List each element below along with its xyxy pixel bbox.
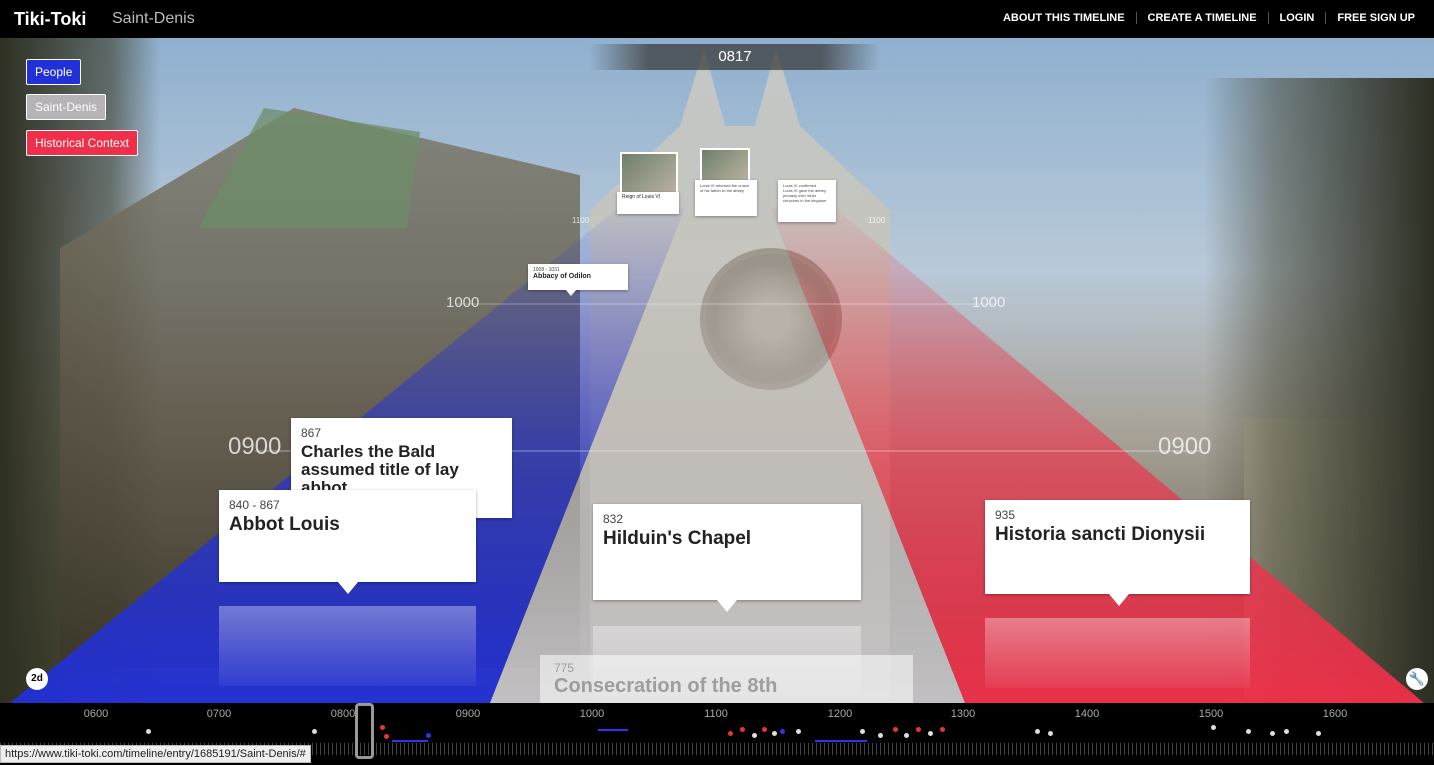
navigator-marker [728, 731, 733, 736]
story-pointer [1109, 594, 1129, 606]
story-shadow-abbot-louis [219, 606, 476, 686]
category-historical-context-button[interactable]: Historical Context [26, 130, 139, 156]
navigator-year-label: 0600 [83, 708, 109, 720]
nav-free-sign-up[interactable]: FREE SIGN UP [1325, 12, 1426, 24]
gridlabel-1100-left: 1100 [572, 216, 590, 225]
gridlabel-0900-left: 0900 [228, 433, 282, 460]
story-thumbnail-image[interactable] [620, 152, 678, 194]
navigator-marker [1284, 729, 1289, 734]
navigator-marker [426, 733, 431, 738]
timeline-stage[interactable]: 0817 People Saint-Denis Historical Conte… [0, 38, 1434, 703]
navigator-marker [772, 731, 777, 736]
story-card-abbacy-of-odilon[interactable]: 1008 - 1031 Abbacy of Odilon [528, 264, 628, 296]
navigator-year-label: 1500 [1198, 708, 1224, 720]
story-text: Louis VI gave the abbey primacy over oth… [783, 188, 827, 203]
status-bar-url: https://www.tiki-toki.com/timeline/entry… [0, 745, 311, 763]
navigator-marker [740, 727, 745, 732]
navigator-span [598, 729, 628, 731]
story-card-abbot-louis[interactable]: 840 - 867 Abbot Louis [219, 490, 476, 594]
navigator-year-label: 0900 [455, 708, 481, 720]
navigator-viewport-handle[interactable] [355, 703, 374, 759]
nav-create-a-timeline[interactable]: CREATE A TIMELINE [1135, 12, 1268, 24]
navigator-marker [904, 733, 909, 738]
settings-wrench-icon[interactable]: 🔧 [1406, 668, 1428, 690]
story-pointer [338, 582, 358, 594]
story-text: Louis VI returned the crown of his fathe… [700, 183, 749, 193]
story-shadow-historia [985, 618, 1250, 688]
navigator-year-label: 0800 [330, 708, 356, 720]
navigator-year-label: 1000 [579, 708, 605, 720]
story-title: Charles the Bald assumed title of lay ab… [301, 442, 459, 497]
navigator-marker [878, 733, 883, 738]
timeline-title: Saint-Denis [112, 10, 195, 27]
story-card-reign-of-louis-vi[interactable]: Reign of Louis VI [617, 192, 679, 214]
story-date: 775 [554, 661, 575, 675]
story-card-louis-returned-crown[interactable]: Louis VI returned the crown of his fathe… [695, 180, 757, 216]
nav-login[interactable]: LOGIN [1267, 12, 1326, 24]
navigator-marker [780, 729, 785, 734]
story-thumbnail-image[interactable] [700, 148, 750, 182]
top-bar: Tiki-Toki Saint-Denis ABOUT THIS TIMELIN… [0, 0, 1434, 38]
navigator-year-label: 1600 [1322, 708, 1348, 720]
story-title: Reign of Louis VI [622, 194, 661, 200]
category-saint-denis-button[interactable]: Saint-Denis [26, 94, 107, 120]
navigator-marker [762, 727, 767, 732]
navigator-marker [860, 729, 865, 734]
gridlabel-0900-right: 0900 [1158, 433, 1212, 460]
navigator-marker [752, 733, 757, 738]
story-title: Abbacy of Odilon [533, 273, 591, 280]
story-date: 867 [301, 426, 322, 440]
story-date: 840 - 867 [229, 498, 280, 512]
navigator-marker [1270, 731, 1275, 736]
navigator-span [392, 740, 428, 742]
story-title: Abbot Louis [229, 514, 340, 535]
story-card-historia-sancti-dionysii[interactable]: 935 Historia sancti Dionysii [985, 500, 1250, 606]
navigator-year-label: 1200 [827, 708, 853, 720]
navigator-year-label: 1300 [950, 708, 976, 720]
navigator-marker [893, 727, 898, 732]
navigator-marker [1035, 729, 1040, 734]
story-date: 935 [995, 508, 1016, 522]
navigator-span [815, 740, 867, 742]
story-title: Consecration of the 8th [554, 675, 778, 697]
navigator-marker [1048, 731, 1053, 736]
current-year-indicator: 0817 [590, 44, 880, 70]
story-date: 832 [603, 512, 624, 526]
navigator-marker [796, 729, 801, 734]
story-card-louis-gave-primacy[interactable]: Louis VI confirmed Louis VI gave the abb… [778, 180, 836, 222]
gridlabel-1100-right: 1100 [868, 216, 886, 225]
story-pointer [717, 600, 737, 612]
view-2d-toggle-button[interactable]: 2d [26, 668, 48, 690]
story-title: Historia sancti Dionysii [995, 524, 1206, 545]
navigator-year-label: 1100 [704, 708, 728, 720]
brand-logo[interactable]: Tiki-Toki [14, 9, 86, 30]
navigator-marker [146, 729, 151, 734]
navigator-marker [380, 725, 385, 730]
gridlabel-1000-right: 1000 [972, 294, 1006, 311]
story-card-consecration[interactable]: 775 Consecration of the 8th [540, 655, 913, 703]
navigator-marker [916, 727, 921, 732]
navigator-marker [940, 727, 945, 732]
story-title: Hilduin's Chapel [603, 528, 752, 549]
navigator-marker [1316, 731, 1321, 736]
category-people-button[interactable]: People [26, 59, 82, 85]
navigator-marker [1246, 729, 1251, 734]
navigator-marker [384, 734, 389, 739]
top-nav: ABOUT THIS TIMELINE CREATE A TIMELINE LO… [992, 12, 1426, 24]
navigator-year-label: 0700 [206, 708, 232, 720]
navigator-marker [312, 729, 317, 734]
navigator-year-label: 1400 [1074, 708, 1100, 720]
gridlabel-1000-left: 1000 [446, 294, 480, 311]
story-pointer [566, 290, 576, 296]
story-card-hilduins-chapel[interactable]: 832 Hilduin's Chapel [593, 504, 861, 612]
navigator-marker [928, 731, 933, 736]
nav-about-this-timeline[interactable]: ABOUT THIS TIMELINE [992, 12, 1136, 24]
navigator-marker [1211, 725, 1216, 730]
